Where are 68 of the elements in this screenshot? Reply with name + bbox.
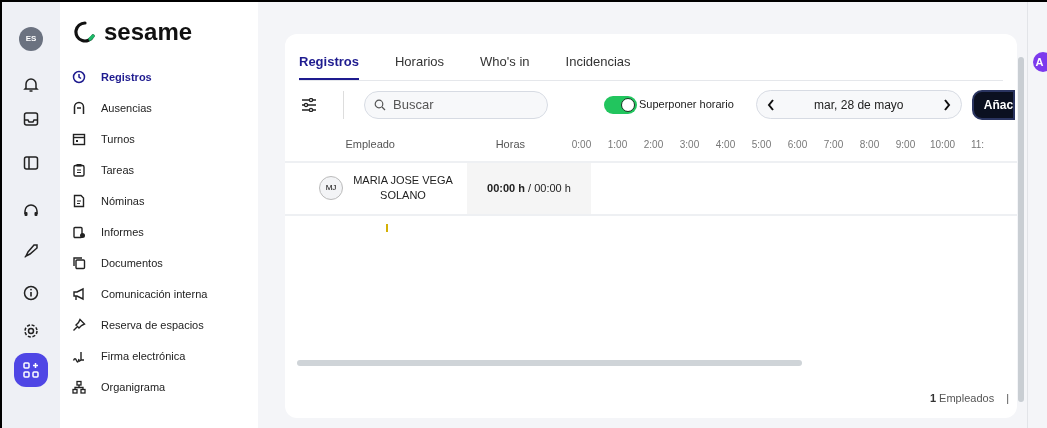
hour-label: 7:00 [822, 138, 845, 152]
pin-icon [72, 318, 86, 332]
apps-button[interactable] [14, 353, 48, 387]
avatar[interactable]: A [1032, 52, 1047, 72]
toggle-label: Superponer horario [639, 97, 734, 113]
tab[interactable]: Incidencias [565, 52, 631, 80]
hour-label: 0:00 [570, 138, 593, 152]
date-picker[interactable]: mar, 28 de mayo [755, 90, 962, 119]
event-mark [386, 223, 388, 232]
tab[interactable]: Who's in [480, 52, 530, 80]
column-header: Empleado [344, 137, 395, 153]
hour-label: 11: [969, 138, 986, 152]
nav-item[interactable]: Tareas [72, 161, 135, 179]
separator-text: | [1006, 390, 1009, 406]
vertical-scrollbar[interactable] [1018, 57, 1024, 402]
hour-label: 9:00 [894, 138, 917, 152]
clipboard-icon [72, 163, 86, 177]
add-button[interactable]: Añac [971, 89, 1016, 120]
nav-item[interactable]: Turnos [72, 130, 135, 148]
nav-item[interactable]: Registros [72, 68, 152, 86]
logo-icon [74, 21, 96, 43]
user-avatar[interactable]: ES [19, 27, 43, 51]
nav-item[interactable]: Comunicación interna [72, 285, 208, 303]
inbox-icon[interactable] [22, 110, 40, 128]
logo-text: sesame [104, 20, 193, 44]
report-icon [72, 225, 86, 239]
clock-icon [72, 70, 86, 84]
org-chart-icon [72, 380, 86, 394]
nav-item[interactable]: Informes [72, 223, 144, 241]
next-icon[interactable] [942, 98, 951, 111]
tab[interactable]: Registros [299, 52, 359, 80]
sidebar-panel-icon[interactable] [22, 154, 40, 172]
nav-item[interactable]: Firma electrónica [72, 347, 186, 365]
hour-label: 10:00 [930, 138, 953, 152]
hour-label: 8:00 [858, 138, 881, 152]
horizontal-scrollbar[interactable] [297, 359, 802, 366]
employee-name[interactable]: MARIA JOSE VEGA SOLANO [353, 173, 453, 203]
nav-item[interactable]: Nóminas [72, 192, 145, 210]
hour-label: 2:00 [642, 138, 665, 152]
hour-label: 4:00 [714, 138, 737, 152]
copy-icon [72, 256, 86, 270]
document-icon [72, 194, 86, 208]
calendar-icon [72, 132, 86, 146]
info-icon[interactable] [22, 284, 40, 302]
tab[interactable]: Horarios [394, 52, 445, 80]
add-apps-icon [23, 362, 39, 378]
date-label: mar, 28 de mayo [814, 96, 904, 114]
hours-cell: 00:00 h / 00:00 h [467, 162, 591, 214]
notification-bell-icon[interactable] [22, 76, 40, 94]
employee-avatar: MJ [319, 176, 343, 200]
nav-item[interactable]: Reserva de espacios [72, 316, 204, 334]
hour-label: 3:00 [678, 138, 701, 152]
nav-item[interactable]: Organigrama [72, 378, 166, 396]
nav-item[interactable]: Documentos [72, 254, 163, 272]
filter-icon[interactable] [301, 97, 317, 112]
signature-icon [72, 349, 86, 363]
previous-icon[interactable] [766, 98, 775, 111]
column-header: Horas [494, 137, 525, 153]
hour-label: 1:00 [606, 138, 629, 152]
search-icon [374, 98, 386, 111]
employee-count: 1 Empleados [929, 390, 995, 406]
toggle-switch[interactable] [604, 95, 637, 114]
nav-item[interactable]: Ausencias [72, 99, 152, 117]
hour-label: 5:00 [750, 138, 773, 152]
megaphone-icon [72, 287, 86, 301]
settings-icon[interactable] [22, 322, 40, 340]
search-field[interactable]: Buscar [364, 90, 548, 119]
hour-label: 6:00 [786, 138, 809, 152]
